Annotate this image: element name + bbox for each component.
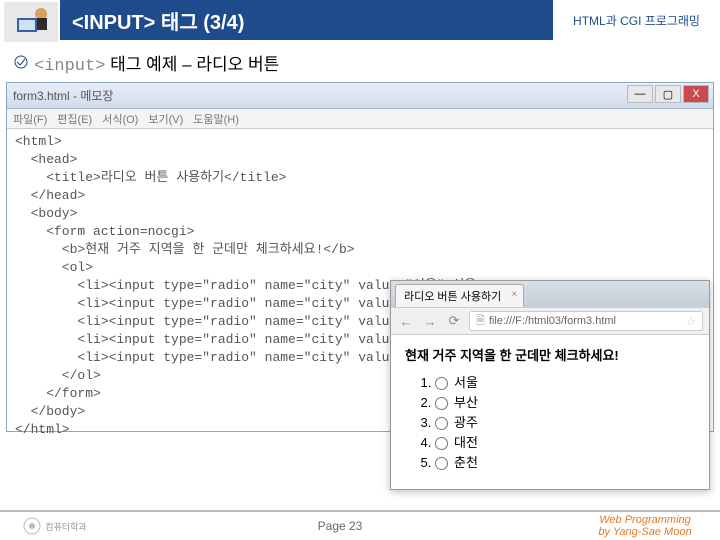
- course-name: HTML과 CGI 프로그래밍: [550, 0, 720, 40]
- slide-footer: 컴퓨터학과 Page 23 Web Programming by Yang-Sa…: [0, 510, 720, 540]
- radio-input[interactable]: [435, 457, 448, 470]
- subtitle-code: <input>: [34, 57, 105, 76]
- radio-input[interactable]: [435, 437, 448, 450]
- list-item: 서울: [435, 372, 695, 391]
- footer-credit: Web Programming by Yang-Sae Moon: [570, 514, 720, 538]
- back-button[interactable]: ←: [397, 312, 415, 330]
- notepad-menu: 파일(F) 편집(E) 서식(O) 보기(V) 도움말(H): [7, 109, 713, 129]
- radio-label: 부산: [454, 395, 478, 410]
- list-item: 대전: [435, 432, 695, 451]
- tab-close-icon[interactable]: ×: [511, 289, 517, 300]
- author-name: by Yang-Sae Moon: [570, 526, 720, 538]
- bullet-icon: [14, 54, 28, 68]
- menu-item[interactable]: 서식(O): [102, 111, 138, 127]
- radio-list: 서울 부산 광주 대전 춘천: [405, 372, 695, 471]
- bookmark-icon[interactable]: ☆: [686, 315, 696, 328]
- forward-button[interactable]: →: [421, 312, 439, 330]
- rendered-page: 현재 거주 지역을 한 군데만 체크하세요! 서울 부산 광주 대전 춘천: [391, 335, 709, 482]
- notepad-titlebar: form3.html - 메모장 — ▢ X: [7, 83, 713, 109]
- notepad-title: form3.html - 메모장: [13, 87, 113, 104]
- radio-label: 대전: [454, 435, 478, 450]
- maximize-button[interactable]: ▢: [655, 85, 681, 103]
- reload-button[interactable]: ⟳: [445, 312, 463, 330]
- slide-header: <INPUT> 태그 (3/4) HTML과 CGI 프로그래밍: [0, 0, 720, 44]
- address-bar[interactable]: 🗎 file:///F:/html03/form3.html ☆: [469, 311, 703, 331]
- url-text: file:///F:/html03/form3.html: [489, 315, 616, 327]
- tab-title: 라디오 버튼 사용하기: [404, 291, 501, 303]
- menu-item[interactable]: 편집(E): [57, 111, 92, 127]
- footer-logo: 컴퓨터학과: [0, 517, 110, 535]
- radio-input[interactable]: [435, 417, 448, 430]
- menu-item[interactable]: 도움말(H): [193, 111, 239, 127]
- book-title: Web Programming: [570, 514, 720, 526]
- menu-item[interactable]: 보기(V): [148, 111, 183, 127]
- slide-subtitle: <input> 태그 예제 – 라디오 버튼: [0, 44, 720, 80]
- slide-logo: [4, 2, 58, 42]
- close-button[interactable]: X: [683, 85, 709, 103]
- radio-input[interactable]: [435, 377, 448, 390]
- page-icon: 🗎: [476, 312, 485, 331]
- radio-label: 서울: [454, 375, 478, 390]
- menu-item[interactable]: 파일(F): [13, 111, 47, 127]
- slide-title: <INPUT> 태그 (3/4): [72, 6, 244, 35]
- list-item: 부산: [435, 392, 695, 411]
- minimize-button[interactable]: —: [627, 85, 653, 103]
- footer-logo-text: 컴퓨터학과: [45, 520, 86, 533]
- browser-toolbar: ← → ⟳ 🗎 file:///F:/html03/form3.html ☆: [391, 307, 709, 335]
- radio-label: 춘천: [454, 455, 478, 470]
- radio-label: 광주: [454, 415, 478, 430]
- subtitle-rest: 태그 예제 – 라디오 버튼: [105, 55, 279, 74]
- radio-input[interactable]: [435, 397, 448, 410]
- browser-tab[interactable]: 라디오 버튼 사용하기 ×: [395, 284, 524, 307]
- page-number: Page 23: [110, 519, 570, 533]
- browser-tabstrip: 라디오 버튼 사용하기 ×: [391, 281, 709, 307]
- browser-window: 라디오 버튼 사용하기 × ← → ⟳ 🗎 file:///F:/html03/…: [390, 280, 710, 490]
- list-item: 광주: [435, 412, 695, 431]
- page-heading: 현재 거주 지역을 한 군데만 체크하세요!: [405, 345, 695, 364]
- title-bar: <INPUT> 태그 (3/4) HTML과 CGI 프로그래밍: [60, 0, 720, 40]
- list-item: 춘천: [435, 452, 695, 471]
